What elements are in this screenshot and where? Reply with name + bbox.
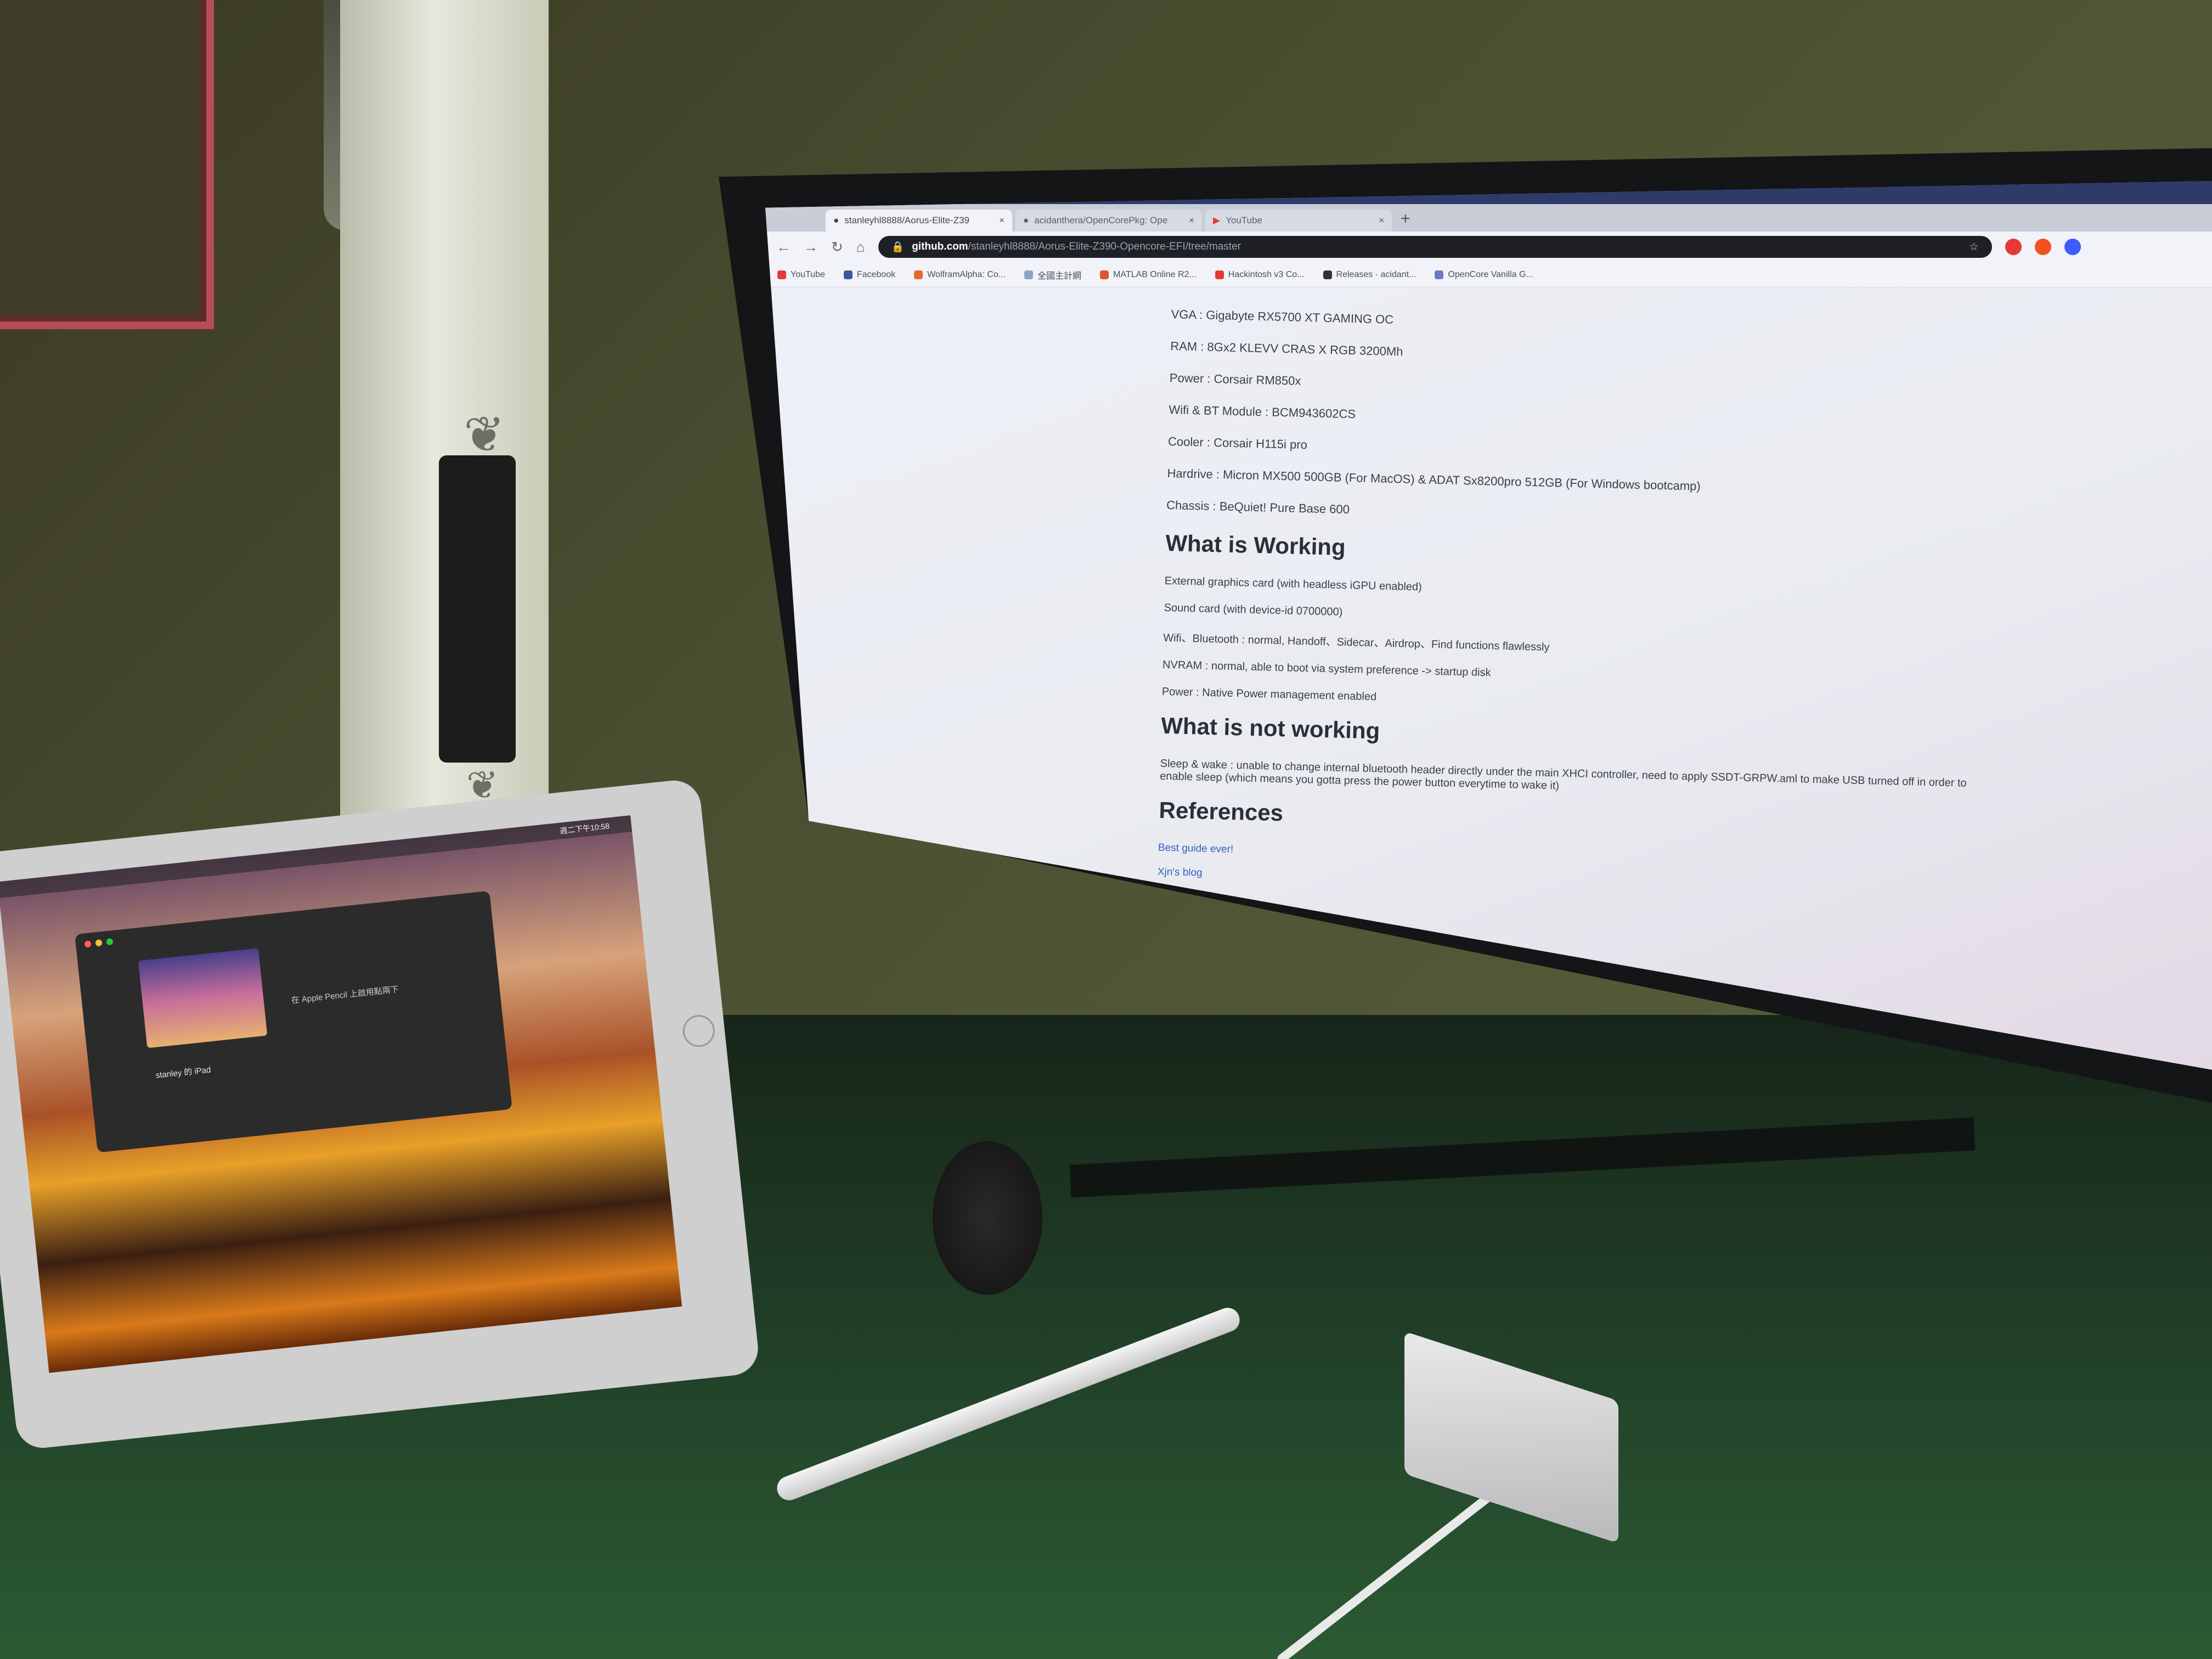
close-icon[interactable]: × [1189, 215, 1194, 226]
browser-tabbar: ● stanleyhl8888/Aorus-Elite-Z39 × ● acid… [765, 204, 2212, 232]
spec-line: RAM : 8Gx2 KLEVV CRAS X RGB 3200Mh [1170, 338, 1403, 359]
github-icon: ● [1023, 215, 1029, 225]
close-icon[interactable]: × [999, 215, 1005, 226]
tab-label: YouTube [1226, 215, 1262, 225]
youtube-icon: ▶ [1213, 215, 1221, 225]
bookmark-item[interactable]: YouTube [777, 270, 825, 280]
working-item: Power : Native Power management enabled [1161, 685, 1377, 703]
wolfram-icon [914, 270, 923, 279]
bookmark-item[interactable]: Facebook [843, 270, 895, 280]
home-button[interactable] [681, 1013, 716, 1049]
tab-opencorepkg[interactable]: ● acidanthera/OpenCorePkg: Ope × [1015, 210, 1202, 232]
pencil-option[interactable]: 在 Apple Pencil 上啟用點兩下 [291, 983, 399, 1006]
minimize-icon[interactable] [95, 939, 103, 947]
not-working-item: Sleep & wake : unable to change internal… [1159, 757, 1967, 792]
reload-icon[interactable]: ↻ [831, 239, 843, 256]
lamp-panel [439, 455, 516, 763]
lamp-ornament-icon: ❦ [464, 408, 505, 462]
ipad-screen: 週二下午10:58 在 Apple Pencil 上啟用點兩下 stanley … [0, 815, 682, 1373]
window-controls [84, 938, 114, 948]
extension-icon[interactable] [2005, 239, 2022, 255]
spec-line: Power : Corsair RM850x [1169, 370, 1301, 388]
url-domain: github.com [912, 241, 968, 252]
site-icon [1435, 270, 1444, 279]
site-icon [1024, 270, 1034, 279]
tab-label: stanleyhl8888/Aorus-Elite-Z39 [844, 215, 970, 225]
device-name: stanley 的 iPad [155, 1065, 212, 1081]
ipad-clock: 週二下午10:58 [559, 821, 610, 836]
spec-line: VGA : Gigabyte RX5700 XT GAMING OC [1171, 307, 1394, 326]
references-heading: References [1159, 797, 1284, 826]
tab-label: acidanthera/OpenCorePkg: Ope [1034, 215, 1168, 225]
bookmark-item[interactable]: OpenCore Vanilla G... [1435, 270, 1533, 280]
tab-github-repo[interactable]: ● stanleyhl8888/Aorus-Elite-Z39 × [826, 210, 1012, 232]
url-input[interactable]: 🔒 github.com/stanleyhl8888/Aorus-Elite-Z… [878, 236, 1992, 258]
tab-youtube[interactable]: ▶ YouTube × [1205, 210, 1392, 232]
working-item: NVRAM : normal, able to boot via system … [1162, 658, 1491, 679]
working-item: Sound card (with device-id 0700000) [1164, 601, 1343, 618]
mouse [933, 1141, 1042, 1295]
spec-line: Chassis : BeQuiet! Pure Base 600 [1166, 498, 1350, 517]
close-icon[interactable]: × [1379, 215, 1384, 226]
working-heading: What is Working [1165, 529, 1346, 560]
back-icon[interactable]: ← [776, 239, 791, 256]
not-working-heading: What is not working [1160, 712, 1380, 744]
working-item: External graphics card (with headless iG… [1164, 574, 1423, 594]
matlab-icon [1100, 270, 1109, 279]
forward-icon[interactable]: → [804, 239, 818, 256]
facebook-icon [843, 270, 853, 279]
readme-content: VGA : Gigabyte RX5700 XT GAMING OC RAM :… [1157, 307, 1994, 910]
sidecar-dialog: 在 Apple Pencil 上啟用點兩下 stanley 的 iPad [75, 890, 512, 1153]
extension-icon[interactable] [2064, 239, 2081, 255]
photo-scene: ❦ ❦ ● stanleyhl8888/Aorus-Elite-Z39 × ● … [0, 0, 2212, 1659]
spec-line: Hardrive : Micron MX500 500GB (For MacOS… [1167, 466, 1701, 493]
bookmark-item[interactable]: Releases · acidant... [1323, 270, 1416, 280]
picture-frame [0, 0, 214, 329]
bookmark-item[interactable]: MATLAB Online R2... [1100, 270, 1197, 280]
lock-icon: 🔒 [891, 241, 905, 253]
github-icon: ● [833, 215, 839, 225]
bookmarks-bar: YouTube Facebook WolframAlpha: Co... 全國主… [765, 262, 2212, 287]
working-item: Wifi、Bluetooth : normal, Handoff、Sidecar… [1163, 631, 1550, 654]
bookmark-item[interactable]: WolframAlpha: Co... [914, 270, 1006, 280]
extension-icon[interactable] [2034, 239, 2051, 255]
url-path: /stanleyhl8888/Aorus-Elite-Z390-Opencore… [968, 241, 1241, 252]
bookmark-item[interactable]: 全國主計網 [1024, 268, 1081, 281]
bookmark-item[interactable]: Hackintosh v3 Co... [1215, 270, 1305, 280]
home-icon[interactable]: ⌂ [856, 239, 865, 256]
github-icon [1323, 270, 1332, 279]
site-icon [1215, 270, 1224, 279]
address-bar-row: ← → ↻ ⌂ 🔒 github.com/stanleyhl8888/Aorus… [765, 232, 2212, 262]
youtube-icon [777, 270, 786, 279]
new-tab-button[interactable]: + [1395, 210, 1416, 232]
ipad: 週二下午10:58 在 Apple Pencil 上啟用點兩下 stanley … [0, 777, 761, 1451]
spec-line: Cooler : Corsair H115i pro [1167, 434, 1308, 452]
display-preview [138, 948, 268, 1048]
zoom-icon[interactable] [106, 938, 114, 946]
bookmark-star-icon[interactable]: ☆ [1969, 241, 1978, 253]
close-icon[interactable] [84, 940, 92, 948]
spec-line: Wifi & BT Module : BCM943602CS [1169, 402, 1356, 421]
